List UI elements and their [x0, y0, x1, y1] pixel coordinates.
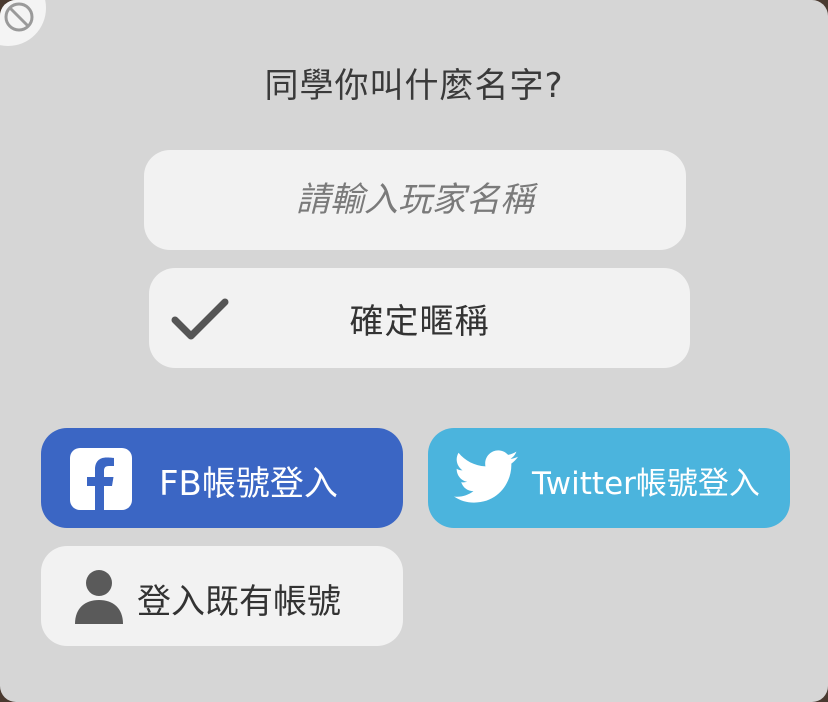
no-entry-icon	[4, 2, 34, 32]
twitter-login-label: Twitter帳號登入	[532, 466, 760, 502]
nickname-dialog: 同學你叫什麼名字? 確定暱稱 FB帳號登入 Twitter帳號登入 登入既有帳號	[0, 0, 828, 702]
dialog-title: 同學你叫什麼名字?	[264, 66, 564, 106]
person-icon	[75, 570, 123, 624]
existing-account-label: 登入既有帳號	[137, 582, 341, 622]
twitter-bird-icon	[454, 450, 518, 503]
existing-account-login-button[interactable]: 登入既有帳號	[41, 546, 403, 646]
player-name-input[interactable]	[144, 150, 686, 250]
twitter-login-button[interactable]: Twitter帳號登入	[428, 428, 790, 528]
facebook-icon	[70, 448, 132, 510]
confirm-nickname-label: 確定暱稱	[349, 301, 490, 342]
confirm-nickname-button[interactable]: 確定暱稱	[149, 268, 690, 368]
checkmark-icon	[171, 298, 229, 340]
corner-badge[interactable]	[0, 0, 46, 46]
facebook-login-label: FB帳號登入	[159, 464, 338, 504]
facebook-login-button[interactable]: FB帳號登入	[41, 428, 403, 528]
